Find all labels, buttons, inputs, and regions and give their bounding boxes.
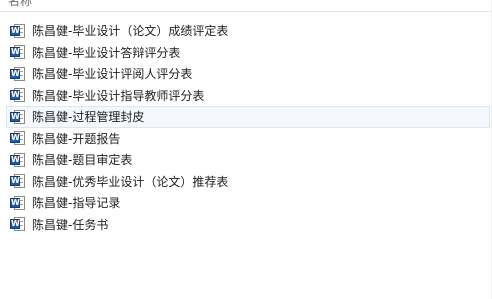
explorer-window: 名称 W 陈昌健-毕业设计（论文）成绩评定表 W 陈昌健-毕业设计答辩评分表 W…: [0, 0, 492, 299]
column-header-name[interactable]: 名称: [0, 0, 492, 12]
file-row[interactable]: W 陈昌健-毕业设计答辩评分表: [6, 42, 490, 64]
file-name: 陈昌健-毕业设计答辩评分表: [32, 45, 181, 60]
file-row[interactable]: W 陈昌键-任务书: [6, 214, 490, 236]
word-document-icon: W: [10, 87, 26, 103]
file-name: 陈昌健-题目审定表: [32, 153, 133, 168]
file-name: 陈昌健-毕业设计（论文）成绩评定表: [32, 24, 229, 39]
file-row[interactable]: W 陈昌健-毕业设计评阅人评分表: [6, 63, 490, 85]
file-name: 陈昌健-优秀毕业设计（论文）推荐表: [32, 174, 229, 189]
file-name: 陈昌键-任务书: [32, 217, 109, 232]
file-row[interactable]: W 陈昌健-毕业设计（论文）成绩评定表: [6, 20, 490, 42]
file-row-selected[interactable]: W 陈昌健-过程管理封皮: [6, 106, 490, 128]
word-document-icon: W: [10, 195, 26, 211]
file-row[interactable]: W 陈昌健-优秀毕业设计（论文）推荐表: [6, 171, 490, 193]
word-document-icon: W: [10, 109, 26, 125]
file-name: 陈昌健-过程管理封皮: [32, 110, 145, 125]
file-name: 陈昌健-开题报告: [32, 131, 121, 146]
word-document-icon: W: [10, 44, 26, 60]
column-header-label: 名称: [8, 0, 33, 8]
word-document-icon: W: [10, 152, 26, 168]
word-document-icon: W: [10, 130, 26, 146]
file-row[interactable]: W 陈昌健-指导记录: [6, 192, 490, 214]
word-document-icon: W: [10, 216, 26, 232]
file-name: 陈昌健-指导记录: [32, 196, 121, 211]
word-document-icon: W: [10, 23, 26, 39]
file-name: 陈昌健-毕业设计评阅人评分表: [32, 67, 193, 82]
word-document-icon: W: [10, 173, 26, 189]
file-row[interactable]: W 陈昌健-题目审定表: [6, 149, 490, 171]
file-row[interactable]: W 陈昌健-开题报告: [6, 128, 490, 150]
file-list: W 陈昌健-毕业设计（论文）成绩评定表 W 陈昌健-毕业设计答辩评分表 W 陈昌…: [6, 20, 490, 235]
file-name: 陈昌健-毕业设计指导教师评分表: [32, 88, 205, 103]
file-row[interactable]: W 陈昌健-毕业设计指导教师评分表: [6, 85, 490, 107]
word-document-icon: W: [10, 66, 26, 82]
